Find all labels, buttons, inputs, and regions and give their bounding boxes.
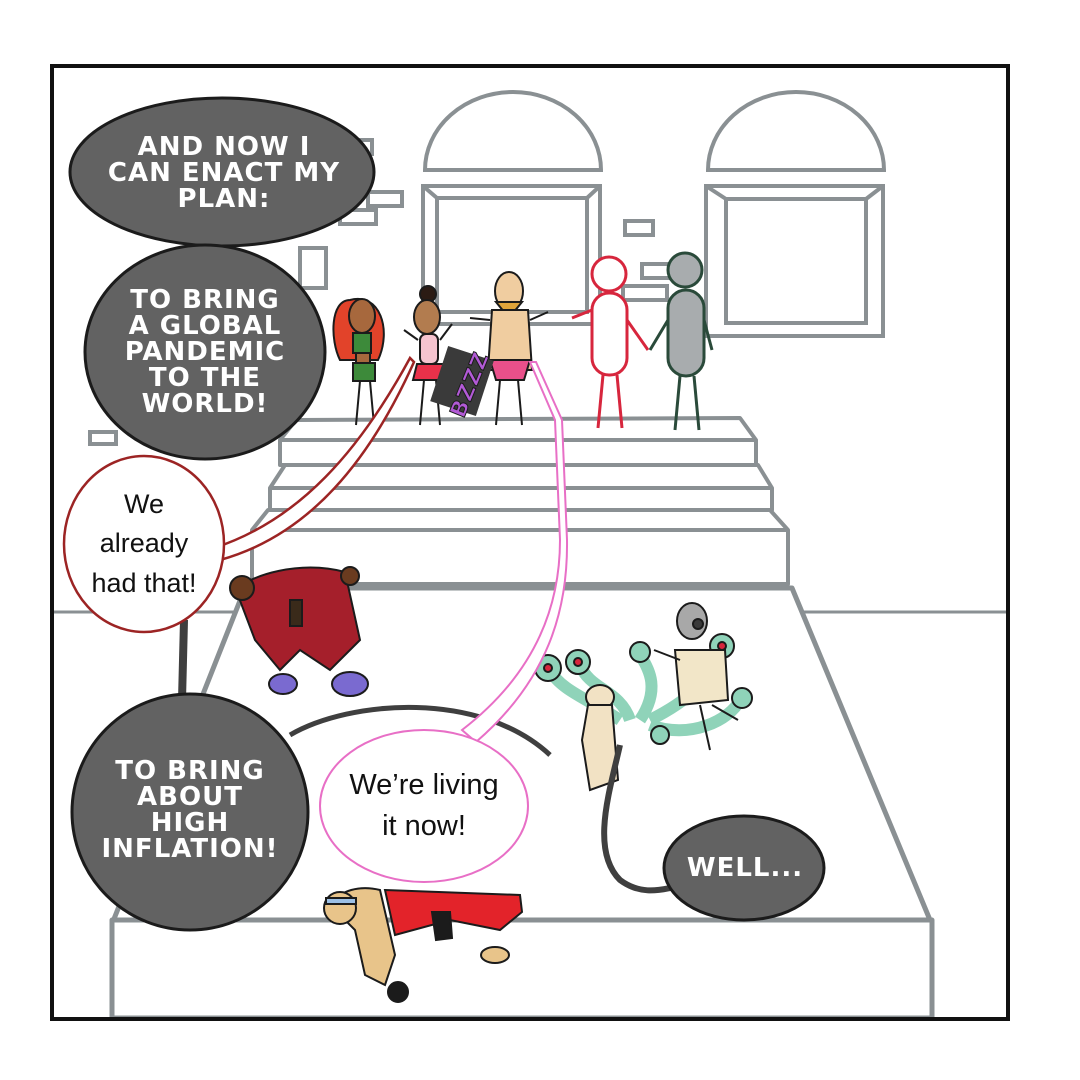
caption-inflation-text: To bring about high inflation! [101, 756, 279, 864]
stairs [250, 416, 790, 586]
speech-living-text: We’re living it now! [349, 769, 499, 842]
speech-already-text: We already had that! [91, 489, 197, 598]
caption-top-text: And now I can enact my plan: [107, 132, 341, 214]
caption-pandemic-text: To bring a global pandemic to the world! [124, 285, 286, 419]
caption-well-text: Well... [686, 853, 804, 883]
